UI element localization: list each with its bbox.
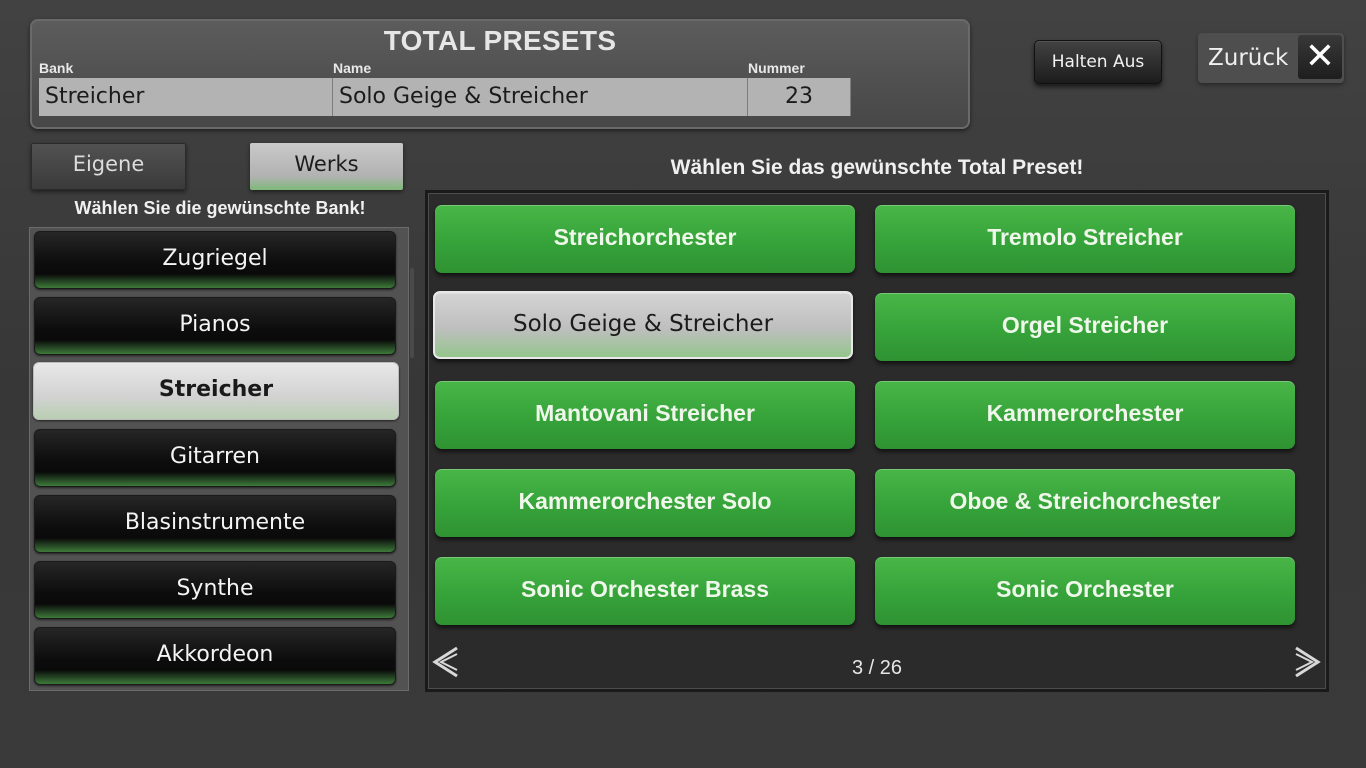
preset-button-sonic-orchester-brass[interactable]: Sonic Orchester Brass [435,557,855,625]
bank-item-synthe[interactable]: Synthe [34,561,396,619]
preset-prompt: Wählen Sie das gewünschte Total Preset! [670,156,1084,179]
page-title: TOTAL PRESETS [383,25,617,56]
bank-field-label: Bank [39,60,74,76]
hold-button[interactable]: Halten Aus [1034,40,1162,84]
bank-list: Zugriegel Pianos Streicher Gitarren Blas… [29,227,409,691]
preset-button-tremolo-streicher[interactable]: Tremolo Streicher [875,205,1295,273]
bank-item-pianos[interactable]: Pianos [34,297,396,355]
bank-item-streicher[interactable]: Streicher [33,362,399,420]
chevron-right-icon[interactable] [1290,642,1324,682]
bank-item-zugriegel[interactable]: Zugriegel [34,231,396,289]
preset-button-mantovani-streicher[interactable]: Mantovani Streicher [435,381,855,449]
bank-item-gitarren[interactable]: Gitarren [34,429,396,487]
preset-info-panel: TOTAL PRESETS Bank Name Nummer Streicher… [30,19,970,129]
bank-prompt: Wählen Sie die gewünschte Bank! [74,198,366,218]
name-field-label: Name [333,60,372,76]
preset-button-sonic-orchester[interactable]: Sonic Orchester [875,557,1295,625]
number-field-label: Nummer [748,60,805,76]
bank-field: Streicher [39,78,333,116]
preset-button-orgel-streicher[interactable]: Orgel Streicher [875,293,1295,361]
page-indicator: 3 / 26 [851,657,903,679]
back-button[interactable]: Zurück ✕ [1198,33,1344,83]
preset-button-kammerorchester-solo[interactable]: Kammerorchester Solo [435,469,855,537]
tab-own-presets[interactable]: Eigene [31,143,186,190]
tab-factory-presets[interactable]: Werks [250,143,403,190]
number-field: 23 [748,78,851,116]
back-label: Zurück [1208,45,1289,71]
bank-item-blasinstrumente[interactable]: Blasinstrumente [34,495,396,553]
name-field: Solo Geige & Streicher [333,78,748,116]
bank-item-akkordeon[interactable]: Akkordeon [34,627,396,685]
close-icon[interactable]: ✕ [1298,35,1342,79]
preset-button-kammerorchester[interactable]: Kammerorchester [875,381,1295,449]
bank-list-scrollbar[interactable] [410,268,414,358]
preset-button-oboe-streichorchester[interactable]: Oboe & Streichorchester [875,469,1295,537]
preset-button-streichorchester[interactable]: Streichorchester [435,205,855,273]
preset-button-solo-geige-streicher[interactable]: Solo Geige & Streicher [433,291,853,359]
